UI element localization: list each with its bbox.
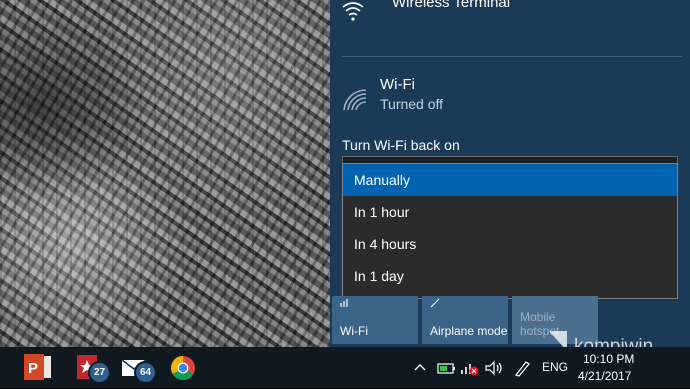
mail-badge: 64	[134, 361, 157, 384]
divider	[342, 56, 682, 57]
taskbar: P 27 64 ENG 10:10 PM 4/21/2017	[0, 347, 690, 388]
taskbar-app-powerpoint[interactable]: P	[22, 352, 56, 384]
dropdown-option-manually[interactable]: Manually	[343, 164, 677, 196]
network-disabled-icon[interactable]	[460, 359, 480, 377]
chevron-up-icon[interactable]	[413, 359, 427, 377]
network-flyout: Wireless Terminal Wi-Fi Turned off Turn …	[330, 0, 690, 347]
wifi-quick-action[interactable]: Wi-Fi	[332, 296, 418, 344]
tasks-badge: 27	[88, 361, 111, 384]
svg-text:P: P	[28, 360, 38, 377]
battery-icon[interactable]	[436, 359, 458, 377]
wifi-off-icon	[343, 89, 367, 111]
clock-date[interactable]: 4/21/2017	[578, 369, 631, 383]
taskbar-app-mail[interactable]: 64	[119, 352, 157, 384]
clock-time[interactable]: 10:10 PM	[583, 352, 634, 366]
wifi-icon	[340, 299, 348, 307]
turn-on-dropdown-list: Manually In 1 hour In 4 hours In 1 day	[342, 163, 678, 299]
airplane-mode-label: Airplane mode	[430, 324, 508, 338]
desktop-wallpaper	[0, 0, 330, 347]
language-indicator[interactable]: ENG	[542, 360, 568, 374]
powerpoint-icon: P	[24, 354, 51, 380]
dropdown-option-1-hour[interactable]: In 1 hour	[343, 196, 677, 228]
airplane-icon	[430, 298, 440, 308]
wifi-title: Wi-Fi	[380, 76, 415, 93]
wireless-terminal-label: Wireless Terminal	[392, 0, 511, 11]
taskbar-app-chrome[interactable]	[167, 352, 201, 384]
wifi-item[interactable]: Wi-Fi Turned off	[342, 72, 682, 116]
wifi-status: Turned off	[380, 96, 444, 112]
airplane-mode-quick-action[interactable]: Airplane mode	[422, 296, 508, 344]
taskbar-app-tasks[interactable]: 27	[73, 352, 111, 384]
dropdown-option-4-hours[interactable]: In 4 hours	[343, 228, 677, 260]
turn-wifi-back-on-label: Turn Wi-Fi back on	[342, 137, 460, 153]
dropdown-option-1-day[interactable]: In 1 day	[343, 260, 677, 292]
pen-icon[interactable]	[512, 359, 532, 377]
volume-icon[interactable]	[484, 359, 504, 377]
wifi-signal-icon	[342, 2, 364, 21]
wifi-quick-action-label: Wi-Fi	[340, 324, 368, 338]
wireless-terminal-item[interactable]: Wireless Terminal	[342, 0, 682, 22]
chrome-icon	[170, 356, 195, 381]
